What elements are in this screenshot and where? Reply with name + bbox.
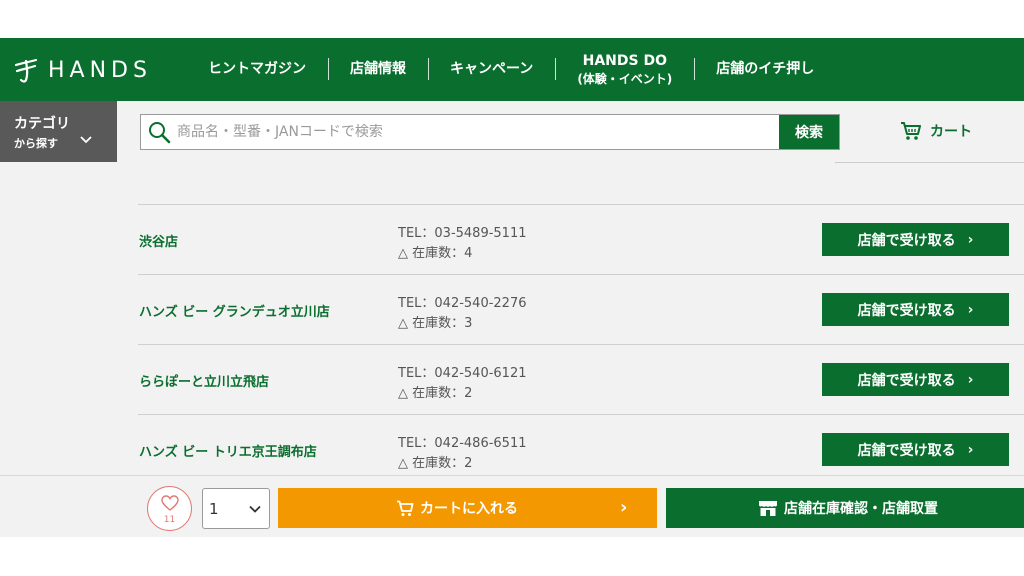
quantity-select[interactable]: 1 (202, 488, 270, 529)
favorite-count: 11 (163, 515, 176, 525)
page: HANDS ヒントマガジン 店舗情報 キャンペーン HANDS DO (体験・イ… (0, 0, 1024, 576)
nav-item-label: キャンペーン (450, 61, 534, 78)
divider (835, 162, 1024, 163)
store-stock: △ 在庫数：2 (398, 456, 473, 471)
store-stock-content: 店舗在庫確認・店舗取置 (758, 498, 938, 518)
add-to-cart-content: カートに入れる (396, 498, 518, 518)
shopping-cart-icon (397, 500, 414, 516)
category-search-button[interactable]: カテゴリ から探す (0, 101, 117, 162)
chevron-right-icon: › (967, 441, 974, 458)
logo-text: HANDS (48, 57, 152, 83)
nav-item-label: 店舗情報 (350, 61, 406, 78)
store-name[interactable]: 渋谷店 (139, 231, 178, 250)
store-tel: TEL：042-486-6511 (398, 436, 527, 451)
nav-item-sublabel: (体験・イベント) (577, 71, 673, 86)
search-input[interactable] (177, 115, 777, 149)
cart-link[interactable]: カート (900, 121, 972, 141)
chevron-right-icon: › (967, 301, 974, 318)
magnifier-icon (149, 122, 171, 144)
site-header: HANDS ヒントマガジン 店舗情報 キャンペーン HANDS DO (体験・イ… (0, 38, 1024, 101)
search-bar: 検索 (140, 114, 840, 150)
main-content: カテゴリ から探す 検索 カート (0, 101, 1024, 475)
heart-icon (161, 495, 179, 511)
pickup-in-store-button[interactable]: 店舗で受け取る › (822, 293, 1009, 326)
chevron-right-icon: › (967, 371, 974, 388)
pickup-in-store-button[interactable]: 店舗で受け取る › (822, 433, 1009, 466)
store-stock: △ 在庫数：3 (398, 316, 473, 331)
chevron-right-icon: › (620, 497, 628, 518)
nav-item-hands-do[interactable]: HANDS DO (体験・イベント) (555, 52, 694, 87)
storefront-icon (759, 500, 777, 516)
store-stock: △ 在庫数：2 (398, 386, 473, 401)
add-to-cart-button[interactable]: カートに入れる › (278, 488, 657, 528)
search-button[interactable]: 検索 (779, 115, 839, 149)
nav-item-label: ヒントマガジン (208, 61, 306, 78)
store-row: 渋谷店 TEL：03-5489-5111 △ 在庫数：4 店舗で受け取る › (138, 204, 1024, 274)
store-tel: TEL：042-540-6121 (398, 366, 527, 381)
category-sublabel: から探す (14, 137, 58, 150)
quantity-value: 1 (209, 500, 219, 518)
store-stock-label: 店舗在庫確認・店舗取置 (784, 501, 938, 517)
nav-item-campaign[interactable]: キャンペーン (428, 58, 555, 81)
store-name[interactable]: ららぽーと立川立飛店 (139, 371, 269, 390)
store-list: 渋谷店 TEL：03-5489-5111 △ 在庫数：4 店舗で受け取る › ハ… (138, 204, 1024, 475)
add-to-cart-label: カートに入れる (420, 501, 518, 517)
store-row: ハンズ ビー グランデュオ立川店 TEL：042-540-2276 △ 在庫数：… (138, 274, 1024, 344)
hands-logo[interactable]: HANDS (12, 54, 152, 86)
pickup-in-store-button[interactable]: 店舗で受け取る › (822, 363, 1009, 396)
pickup-button-label: 店舗で受け取る (857, 232, 956, 249)
chevron-right-icon: › (967, 231, 974, 248)
pickup-button-label: 店舗で受け取る (857, 372, 956, 389)
store-tel: TEL：042-540-2276 (398, 296, 527, 311)
shopping-cart-icon (901, 122, 921, 140)
chevron-down-icon (249, 505, 261, 513)
store-row: ハンズ ビー トリエ京王調布店 TEL：042-486-6511 △ 在庫数：2… (138, 414, 1024, 475)
store-name[interactable]: ハンズ ビー グランデュオ立川店 (139, 301, 330, 320)
pickup-button-label: 店舗で受け取る (857, 442, 956, 459)
chevron-down-icon (80, 136, 92, 144)
pickup-in-store-button[interactable]: 店舗で受け取る › (822, 223, 1009, 256)
store-stock: △ 在庫数：4 (398, 246, 473, 261)
global-nav: ヒントマガジン 店舗情報 キャンペーン HANDS DO (体験・イベント) 店… (186, 38, 836, 101)
hands-hand-logo-icon (14, 58, 38, 83)
nav-item-label: 店舗のイチ押し (716, 61, 815, 78)
purchase-bar: 11 1 カートに入れる › 店舗在庫確認・店舗取置 (0, 475, 1024, 537)
store-row: ららぽーと立川立飛店 TEL：042-540-6121 △ 在庫数：2 店舗で受… (138, 344, 1024, 414)
store-tel: TEL：03-5489-5111 (398, 226, 527, 241)
favorite-button[interactable]: 11 (147, 486, 192, 531)
store-name[interactable]: ハンズ ビー トリエ京王調布店 (139, 441, 317, 460)
nav-item-hint-magazine[interactable]: ヒントマガジン (186, 60, 328, 79)
pickup-button-label: 店舗で受け取る (857, 302, 956, 319)
category-label: カテゴリ (14, 116, 70, 132)
cart-label: カート (930, 124, 972, 140)
store-stock-check-button[interactable]: 店舗在庫確認・店舗取置 (666, 488, 1024, 528)
nav-item-store-info[interactable]: 店舗情報 (328, 58, 428, 81)
nav-item-label: HANDS DO (582, 52, 667, 69)
nav-item-store-picks[interactable]: 店舗のイチ押し (694, 58, 836, 81)
